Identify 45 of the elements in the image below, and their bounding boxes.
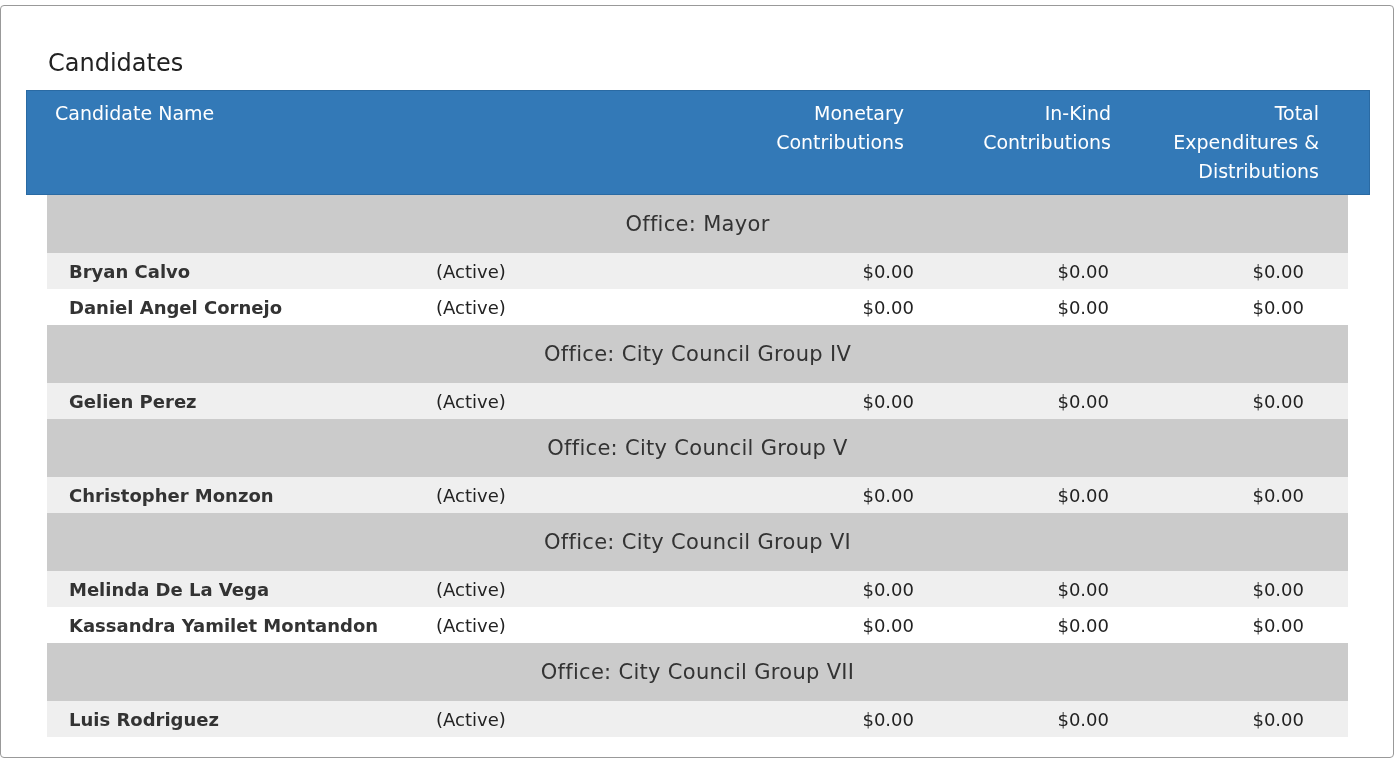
in-kind-contributions-cell-text: $0.00 xyxy=(1056,260,1109,282)
total-expenditures-cell-text: $0.00 xyxy=(1251,296,1304,318)
total-expenditures-cell-text: $0.00 xyxy=(1251,614,1304,636)
monetary-contributions-cell-text: $0.00 xyxy=(861,296,914,318)
candidate-name: Kassandra Yamilet Montandon xyxy=(69,614,380,636)
candidate-name: Melinda De La Vega xyxy=(69,578,271,600)
candidate-name: Gelien Perez xyxy=(69,390,198,412)
monetary-contributions-cell-text: $0.00 xyxy=(861,708,914,730)
column-header: Total Expenditures & Distributions xyxy=(1172,101,1319,184)
office-heading: Office: Mayor xyxy=(625,212,770,236)
in-kind-contributions-cell-text: $0.00 xyxy=(1056,296,1109,318)
total-expenditures-cell-text: $0.00 xyxy=(1251,578,1304,600)
candidate-name: Luis Rodriguez xyxy=(69,708,220,730)
monetary-contributions-cell-text: $0.00 xyxy=(861,390,914,412)
in-kind-contributions-cell-text: $0.00 xyxy=(1056,578,1109,600)
total-expenditures-cell-text: $0.00 xyxy=(1251,708,1304,730)
total-expenditures-cell-text: $0.00 xyxy=(1251,390,1304,412)
column-header: Candidate Name xyxy=(55,101,216,126)
candidate-name: Daniel Angel Cornejo xyxy=(69,296,283,318)
section-title: Candidates xyxy=(48,48,185,78)
monetary-contributions-cell-text: $0.00 xyxy=(861,578,914,600)
candidate-status: (Active) xyxy=(436,578,507,600)
total-expenditures-cell-text: $0.00 xyxy=(1251,484,1304,506)
candidate-name: Christopher Monzon xyxy=(69,484,275,506)
monetary-contributions-cell-text: $0.00 xyxy=(861,484,914,506)
candidate-status: (Active) xyxy=(436,708,507,730)
column-header: Monetary Contributions xyxy=(775,101,904,155)
monetary-contributions-cell-text: $0.00 xyxy=(861,614,914,636)
monetary-contributions-cell-text: $0.00 xyxy=(861,260,914,282)
candidate-status: (Active) xyxy=(436,484,507,506)
total-expenditures-cell-text: $0.00 xyxy=(1251,260,1304,282)
office-heading: Office: City Council Group IV xyxy=(543,342,852,366)
in-kind-contributions-cell-text: $0.00 xyxy=(1056,614,1109,636)
in-kind-contributions-cell-text: $0.00 xyxy=(1056,390,1109,412)
candidate-status: (Active) xyxy=(436,614,507,636)
candidate-status: (Active) xyxy=(436,296,507,318)
in-kind-contributions-cell-text: $0.00 xyxy=(1056,484,1109,506)
column-header: In-Kind Contributions xyxy=(982,101,1111,155)
candidate-status: (Active) xyxy=(436,390,507,412)
candidate-name: Bryan Calvo xyxy=(69,260,192,282)
office-heading: Office: City Council Group VI xyxy=(543,530,852,554)
office-heading: Office: City Council Group V xyxy=(547,436,848,460)
in-kind-contributions-cell-text: $0.00 xyxy=(1056,708,1109,730)
candidate-status: (Active) xyxy=(436,260,507,282)
office-heading: Office: City Council Group VII xyxy=(540,660,855,684)
